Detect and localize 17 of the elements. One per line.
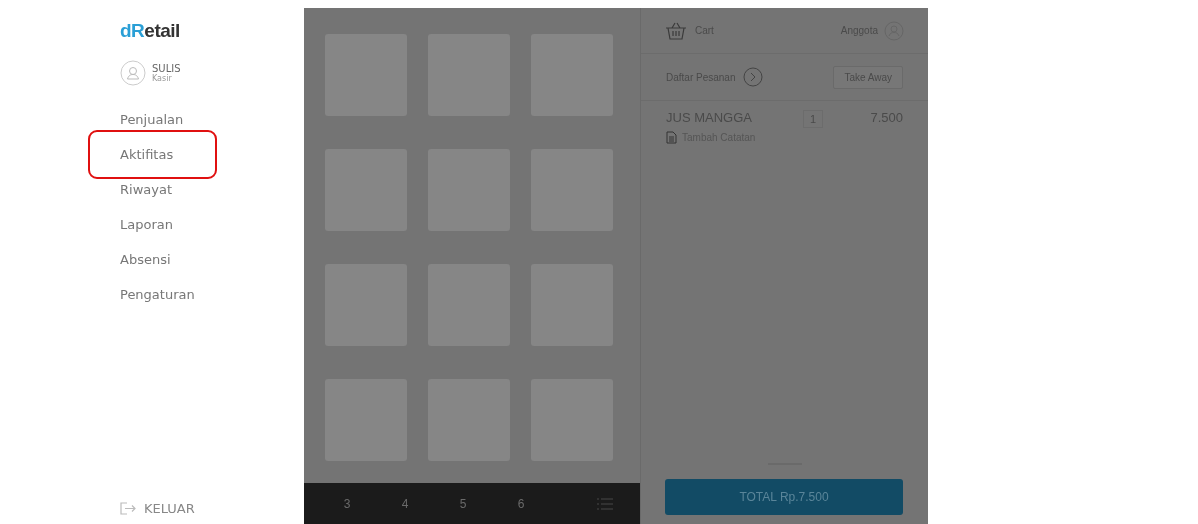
total-button[interactable]: TOTAL Rp.7.500 bbox=[665, 479, 903, 515]
basket-icon bbox=[665, 21, 687, 40]
page-button[interactable]: 6 bbox=[492, 496, 550, 511]
page-button[interactable]: 4 bbox=[376, 496, 434, 511]
app-logo: dRetail bbox=[120, 20, 180, 42]
chevron-right-icon[interactable] bbox=[742, 67, 763, 87]
logout-icon bbox=[120, 502, 136, 515]
avatar-icon bbox=[120, 60, 146, 86]
note-icon bbox=[666, 131, 677, 144]
logout-button[interactable]: KELUAR bbox=[120, 501, 195, 516]
menu-item[interactable]: Absensi bbox=[120, 242, 171, 277]
menu-item[interactable]: Laporan bbox=[120, 207, 173, 242]
page-button[interactable]: 3 bbox=[318, 496, 376, 511]
page-button[interactable]: 5 bbox=[434, 496, 492, 511]
user-name: SULIS bbox=[152, 63, 181, 74]
user-role: Kasir bbox=[152, 74, 173, 83]
menu-item[interactable]: Pengaturan bbox=[120, 277, 195, 312]
